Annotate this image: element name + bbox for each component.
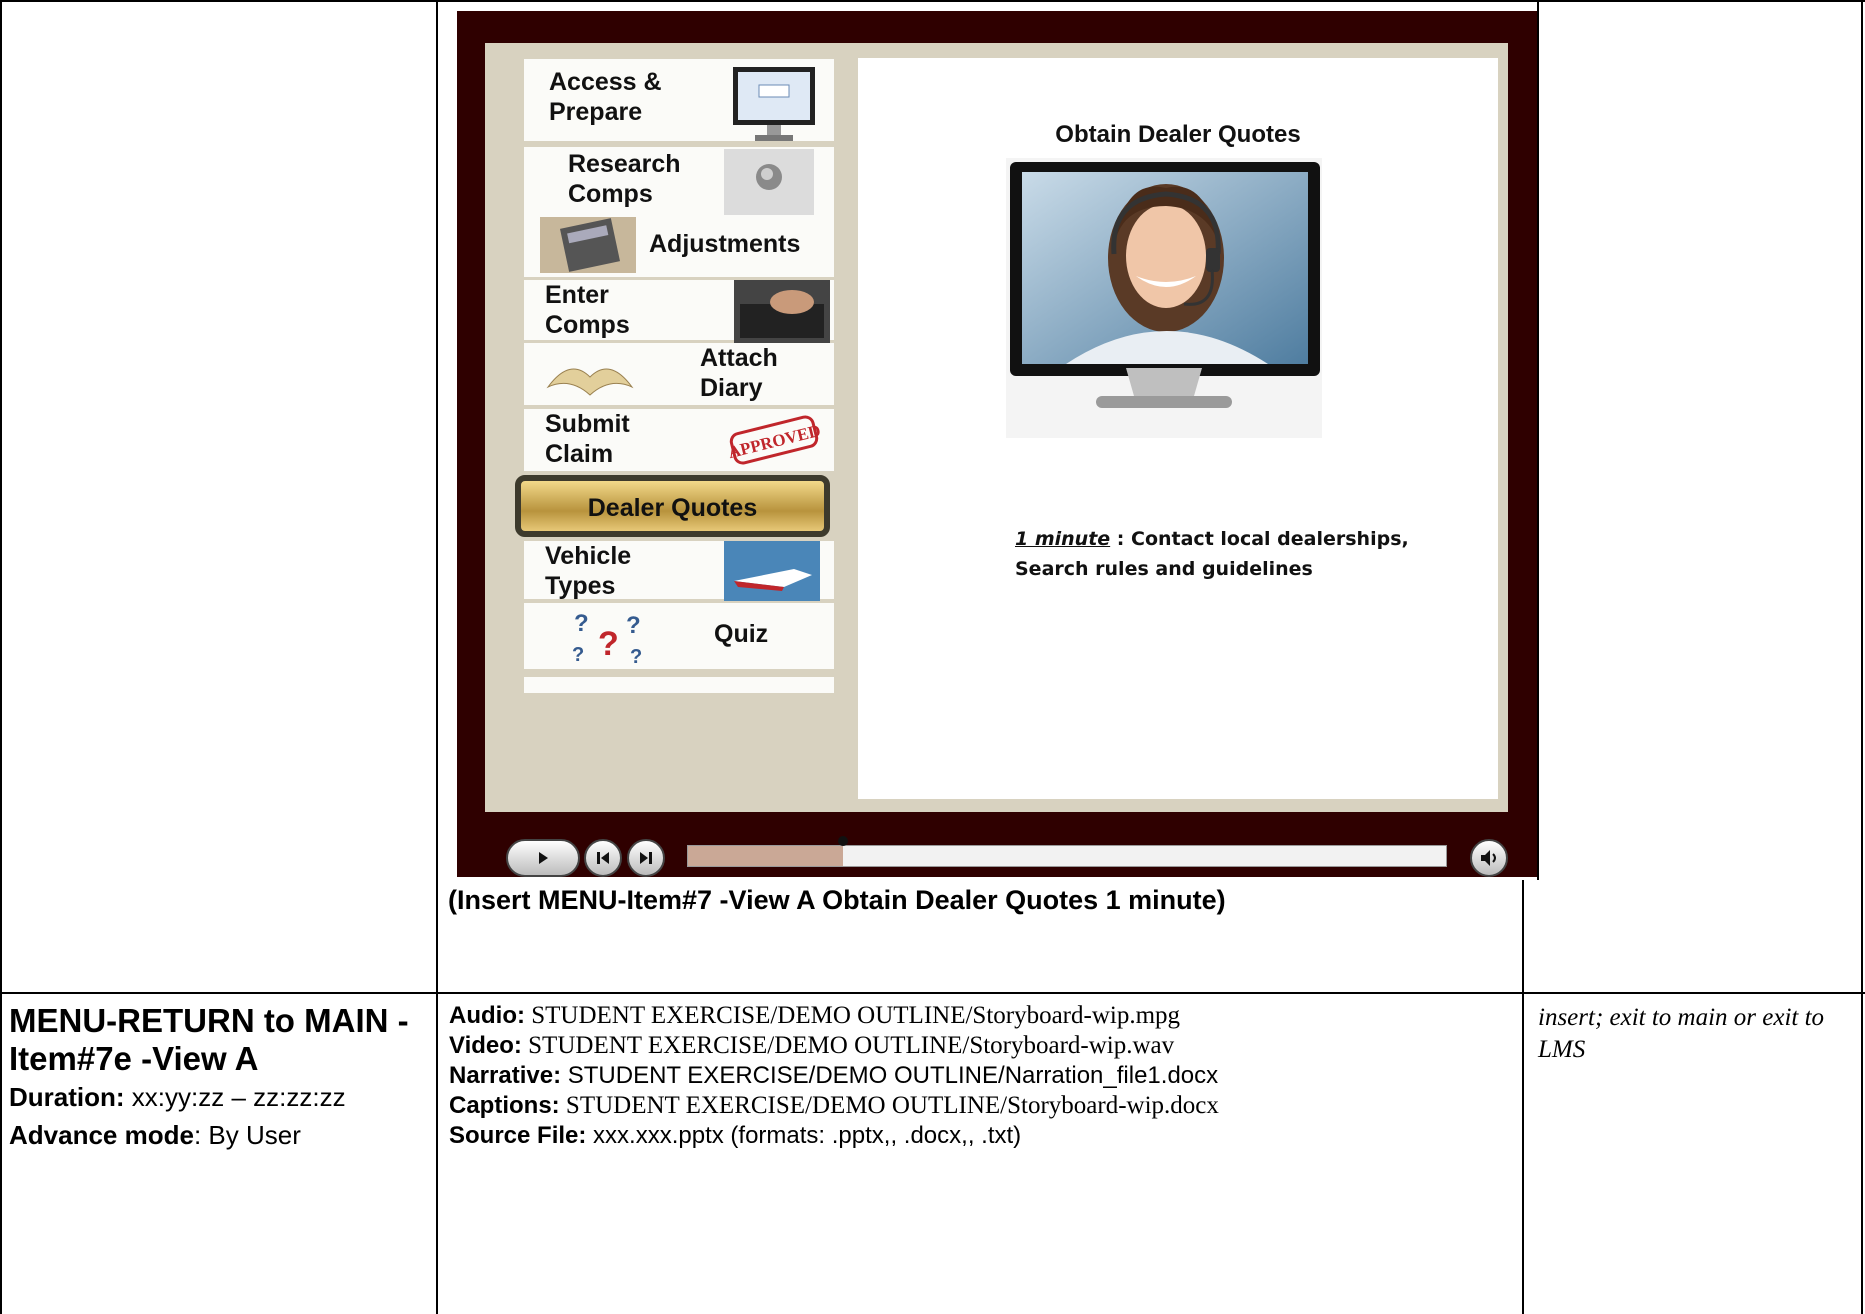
duration-line: Duration: xx:yy:zz – zz:zz:zz	[9, 1078, 429, 1116]
content-duration: 1 minute	[1015, 528, 1111, 550]
volume-icon	[1481, 850, 1496, 866]
progress-scrubber[interactable]	[838, 836, 849, 846]
duration-label: Duration:	[9, 1082, 125, 1112]
menu-item-quiz[interactable]: Quiz?????	[524, 603, 834, 669]
content-panel: Obtain Dealer Quotes 1 minute: Contact …	[858, 58, 1498, 799]
menu-item-label: Access & Prepare	[549, 68, 662, 126]
media-file-path: STUDENT EXERCISE/DEMO OUTLINE/Storyboard…	[521, 1032, 1175, 1059]
player-controls	[457, 831, 1537, 877]
progress-fill	[688, 846, 844, 866]
course-menu: Access & Prepare Research Comps Adjustment…	[485, 43, 840, 812]
duration-value: xx:yy:zz – zz:zz:zz	[124, 1082, 346, 1112]
row-divider	[0, 992, 1865, 994]
advance-mode-line: Advance mode: By User	[9, 1116, 429, 1154]
menu-item-label: Adjustments	[649, 230, 801, 258]
next-icon	[640, 852, 652, 864]
media-file-line: Narrative: STUDENT EXERCISE/DEMO OUTLINE…	[449, 1061, 1509, 1091]
menu-item-submit-claim[interactable]: Submit Claim APPROVED	[524, 409, 834, 471]
keyboard-icon	[734, 280, 830, 351]
media-file-label: Audio:	[449, 1002, 525, 1029]
screen-title: MENU-RETURN to MAIN - Item#7e -View A	[9, 1002, 409, 1077]
media-files-cell: Audio: STUDENT EXERCISE/DEMO OUTLINE/Sto…	[449, 1001, 1509, 1151]
course-player: Access & Prepare Research Comps Adjustment…	[457, 11, 1537, 877]
media-file-label: Narrative:	[449, 1062, 562, 1089]
svg-text:?: ?	[626, 612, 641, 639]
content-title: Obtain Dealer Quotes	[1055, 121, 1301, 148]
media-file-line: Source File: xxx.xxx.pptx (formats: .ppt…	[449, 1121, 1509, 1151]
svg-text:?: ?	[630, 646, 642, 667]
volume-button[interactable]	[1470, 839, 1508, 877]
content-description-line1: : Contact local dealerships,	[1110, 528, 1409, 550]
play-icon	[539, 852, 548, 864]
media-file-path: STUDENT EXERCISE/DEMO OUTLINE/Storyboard…	[524, 1002, 1181, 1029]
content-description: 1 minute : Contact local dealerships, Se…	[1015, 524, 1455, 584]
course-slide: Access & Prepare Research Comps Adjustment…	[485, 43, 1508, 812]
column-divider-2-top	[1537, 0, 1539, 880]
column-divider-1	[436, 0, 438, 1314]
media-file-line: Captions: STUDENT EXERCISE/DEMO OUTLINE/…	[449, 1091, 1509, 1121]
svg-text:?: ?	[574, 610, 589, 637]
menu-item-dealer-quotes[interactable]: Dealer Quotes	[515, 475, 830, 537]
speedboat-icon	[724, 541, 820, 608]
menu-item-adjustments[interactable]: Adjustments	[524, 215, 834, 277]
search-button-icon	[724, 149, 814, 222]
svg-text:?: ?	[572, 644, 584, 666]
advance-mode-value: : By User	[193, 1120, 301, 1150]
menu-item-label: Submit Claim	[545, 410, 630, 468]
menu-item-vehicle-types[interactable]: Vehicle Types	[524, 541, 834, 601]
menu-item-attach-diary[interactable]: Attach Diary	[524, 343, 834, 405]
previous-button[interactable]	[584, 839, 622, 877]
menu-item-label: Attach Diary	[700, 344, 778, 402]
slide-caption: (Insert MENU-Item#7 -View A Obtain Deale…	[448, 885, 1226, 915]
media-file-path: STUDENT EXERCISE/DEMO OUTLINE/Narration_…	[561, 1062, 1219, 1089]
menu-item-label: Quiz	[714, 620, 769, 648]
menu-item-label: Research Comps	[568, 150, 681, 208]
media-file-label: Source File:	[449, 1122, 587, 1149]
menu-item-label: Dealer Quotes	[587, 494, 758, 522]
menu-item-access-prepare[interactable]: Access & Prepare	[524, 59, 834, 141]
menu-item-enter-comps[interactable]: Enter Comps	[524, 280, 834, 344]
screen-info-cell: MENU-RETURN to MAIN - Item#7e -View A Du…	[9, 1002, 429, 1154]
menu-item-research-comps[interactable]: Research Comps	[524, 147, 834, 217]
media-file-line: Audio: STUDENT EXERCISE/DEMO OUTLINE/Sto…	[449, 1001, 1509, 1031]
headset-agent-on-monitor-image	[1006, 158, 1322, 438]
media-file-path: STUDENT EXERCISE/DEMO OUTLINE/Storyboard…	[559, 1092, 1219, 1119]
progress-bar[interactable]	[687, 836, 1447, 867]
advance-mode-label: Advance mode	[9, 1120, 194, 1150]
next-button[interactable]	[627, 839, 665, 877]
approved-stamp-icon: APPROVED	[724, 413, 824, 474]
monitor-icon	[729, 63, 819, 154]
open-book-icon	[540, 347, 640, 410]
column-divider-2	[1522, 880, 1524, 1314]
previous-icon	[597, 852, 609, 864]
navigation-notes: insert; exit to main or exit to LMS	[1538, 1004, 1825, 1063]
media-file-label: Video:	[449, 1032, 522, 1059]
menu-spacer	[524, 677, 834, 693]
question-marks-icon: ?????	[564, 605, 654, 674]
menu-item-label: Enter Comps	[545, 281, 630, 339]
media-file-path: xxx.xxx.pptx (formats: .pptx,, .docx,, .…	[586, 1122, 1022, 1149]
menu-item-label: Vehicle Types	[545, 542, 632, 600]
table-border-left	[0, 0, 2, 1314]
svg-text:?: ?	[598, 625, 619, 663]
table-border-top	[0, 0, 1865, 2]
content-description-line2: Search rules and guidelines	[1015, 558, 1313, 580]
play-button[interactable]	[506, 839, 580, 877]
media-file-line: Video: STUDENT EXERCISE/DEMO OUTLINE/Sto…	[449, 1031, 1509, 1061]
calculator-icon	[540, 217, 636, 280]
media-file-label: Captions:	[449, 1092, 560, 1119]
table-border-right	[1861, 0, 1863, 1314]
